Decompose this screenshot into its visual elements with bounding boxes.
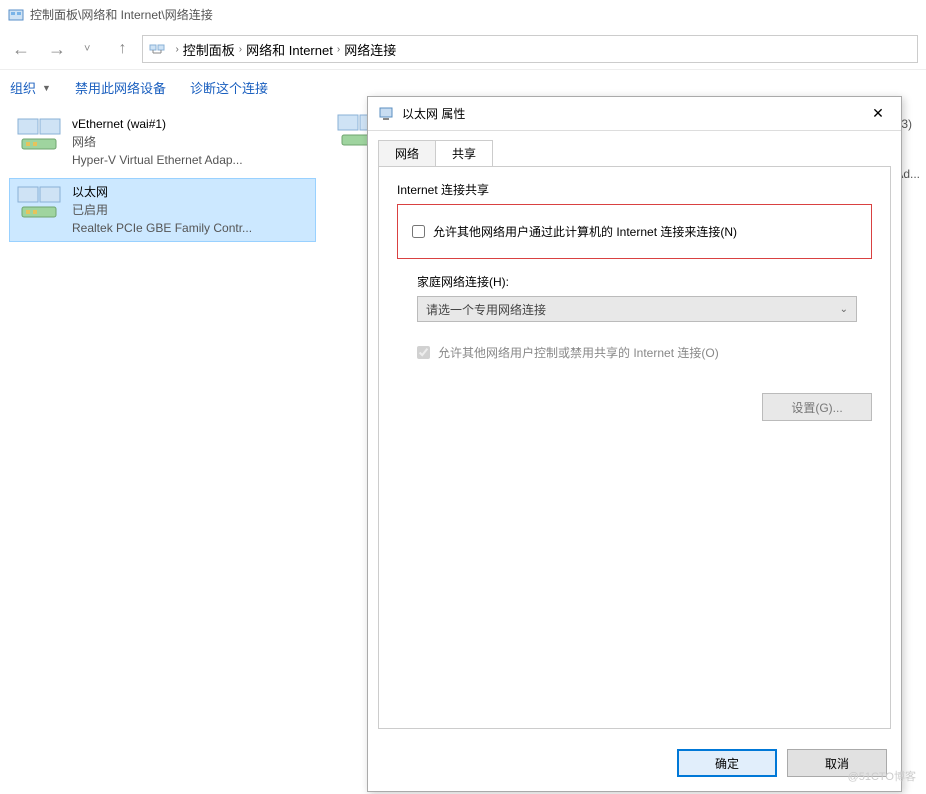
- allow-control-label: 允许其他网络用户控制或禁用共享的 Internet 连接(O): [438, 344, 719, 361]
- nav-recent-icon[interactable]: ˅: [84, 43, 90, 55]
- adapter-description: Hyper-V Virtual Ethernet Adap...: [72, 151, 243, 169]
- allow-sharing-checkbox-row[interactable]: 允许其他网络用户通过此计算机的 Internet 连接来连接(N): [412, 223, 857, 240]
- adapter-item[interactable]: 以太网 已启用 Realtek PCIe GBE Family Contr...: [10, 179, 315, 241]
- tab-strip: 网络 共享: [378, 139, 891, 166]
- chevron-down-icon: ▼: [42, 83, 51, 93]
- sharing-tab-pane: Internet 连接共享 允许其他网络用户通过此计算机的 Internet 连…: [378, 166, 891, 729]
- ethernet-icon: [378, 106, 394, 122]
- network-adapter-icon: [16, 115, 64, 157]
- adapter-info: vEthernet (wai#1) 网络 Hyper-V Virtual Eth…: [72, 115, 243, 169]
- dialog-title-bar: 以太网 属性 ✕: [368, 97, 901, 131]
- settings-button: 设置(G)...: [762, 393, 872, 421]
- chevron-right-icon: ›: [337, 44, 340, 55]
- disable-device-button[interactable]: 禁用此网络设备: [75, 78, 166, 97]
- dialog-title-text: 以太网 属性: [402, 105, 465, 122]
- window-title-text: 控制面板\网络和 Internet\网络连接: [30, 6, 213, 23]
- dialog-button-row: 确定 取消: [368, 739, 901, 791]
- tab-network[interactable]: 网络: [378, 140, 436, 167]
- diagnose-connection-button[interactable]: 诊断这个连接: [190, 78, 268, 97]
- highlighted-option-box: 允许其他网络用户通过此计算机的 Internet 连接来连接(N): [397, 204, 872, 259]
- ok-button[interactable]: 确定: [677, 749, 777, 777]
- network-connections-icon: [149, 41, 165, 57]
- chevron-down-icon: ⌄: [840, 304, 848, 315]
- chevron-right-icon: ›: [239, 44, 242, 55]
- ethernet-properties-dialog: 以太网 属性 ✕ 网络 共享 Internet 连接共享 允许其他网络用户通过此…: [367, 96, 902, 792]
- network-adapter-icon: [16, 183, 64, 225]
- nav-up-icon[interactable]: ↑: [118, 40, 126, 58]
- chevron-right-icon: ›: [175, 44, 178, 55]
- close-icon: ✕: [872, 105, 884, 122]
- tab-sharing[interactable]: 共享: [436, 140, 493, 167]
- allow-control-checkbox: [417, 346, 430, 359]
- adapter-status: 网络: [72, 133, 243, 151]
- adapter-status: 已启用: [72, 201, 252, 219]
- control-panel-icon: [8, 7, 24, 23]
- home-network-combo[interactable]: 请选一个专用网络连接 ⌄: [417, 296, 857, 322]
- combo-selected-text: 请选一个专用网络连接: [426, 301, 546, 318]
- adapter-name: vEthernet (wai#1): [72, 115, 243, 133]
- nav-arrows: ← → ˅ ↑: [8, 39, 136, 60]
- window-title-bar: 控制面板\网络和 Internet\网络连接: [0, 0, 926, 29]
- adapter-info: 以太网 已启用 Realtek PCIe GBE Family Contr...: [72, 183, 252, 237]
- close-button[interactable]: ✕: [855, 97, 901, 130]
- dialog-body: 网络 共享 Internet 连接共享 允许其他网络用户通过此计算机的 Inte…: [368, 131, 901, 739]
- nav-forward-icon[interactable]: →: [48, 39, 66, 60]
- crumb-network-connections[interactable]: 网络连接: [344, 40, 396, 59]
- adapter-name: 以太网: [72, 183, 252, 201]
- watermark: @51CTO博客: [848, 768, 916, 784]
- adapter-item[interactable]: vEthernet (wai#1) 网络 Hyper-V Virtual Eth…: [10, 111, 315, 173]
- group-label: Internet 连接共享: [397, 181, 872, 198]
- allow-control-checkbox-row: 允许其他网络用户控制或禁用共享的 Internet 连接(O): [417, 344, 872, 361]
- organize-button[interactable]: 组织▼: [10, 78, 51, 97]
- crumb-network-internet[interactable]: 网络和 Internet: [246, 40, 333, 59]
- allow-sharing-label: 允许其他网络用户通过此计算机的 Internet 连接来连接(N): [433, 223, 737, 240]
- navigation-row: ← → ˅ ↑ › 控制面板 › 网络和 Internet › 网络连接: [0, 29, 926, 69]
- crumb-control-panel[interactable]: 控制面板: [183, 40, 235, 59]
- adapter-description: Realtek PCIe GBE Family Contr...: [72, 219, 252, 237]
- home-network-label: 家庭网络连接(H):: [417, 273, 872, 290]
- allow-sharing-checkbox[interactable]: [412, 225, 425, 238]
- nav-back-icon[interactable]: ←: [12, 39, 30, 60]
- address-bar[interactable]: › 控制面板 › 网络和 Internet › 网络连接: [142, 35, 918, 63]
